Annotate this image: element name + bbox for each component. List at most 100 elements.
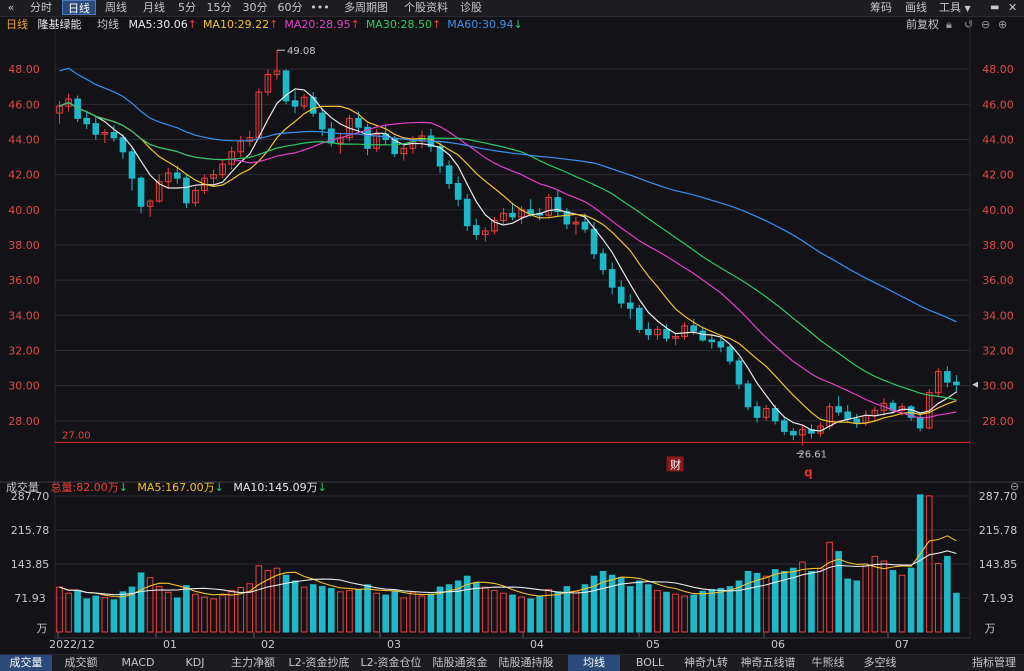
volume-bar: [482, 586, 489, 633]
overlay-tab[interactable]: 多空线: [855, 655, 905, 671]
current-price-arrow-icon: [972, 381, 978, 388]
volume-bar: [364, 584, 371, 633]
volume-bar: [355, 588, 362, 633]
arrow-down-icon: ↓: [317, 481, 327, 494]
period-tab[interactable]: 日线: [62, 0, 96, 15]
candle-body: [735, 360, 743, 385]
volume-bar: [672, 593, 679, 633]
volume-bar: [201, 596, 208, 633]
date-label: 01: [163, 638, 177, 651]
support-line: 27.00: [55, 430, 970, 443]
indicator-tab[interactable]: 陆股通资金: [428, 655, 492, 671]
volume-bar: [491, 589, 498, 633]
volume-bar: [771, 569, 779, 633]
draw-line-button[interactable]: 画线: [905, 0, 927, 15]
volume-bar: [391, 590, 399, 633]
volume-bar: [65, 592, 72, 633]
min-price-label: 26.61: [798, 449, 827, 460]
period-tab[interactable]: 个股资料: [400, 0, 452, 15]
chevron-right-icon[interactable]: ›: [545, 655, 557, 671]
indicator-tabbar: 成交量 成交额 MACD KDJ 主力净额 L2-资金抄底 L2-资金仓位 陆股通资金 陆股通持…: [0, 654, 1024, 671]
collapse-panel-icon[interactable]: ⊖: [1010, 480, 1019, 493]
volume-bar: [183, 585, 190, 633]
period-tab[interactable]: 分时: [22, 0, 60, 15]
volume-bar: [735, 580, 743, 633]
volume-bar: [699, 590, 707, 633]
volume-bar: [916, 494, 924, 633]
date-label: 06: [771, 638, 785, 651]
price-tick-left: 28.00: [8, 415, 40, 428]
period-tab[interactable]: 60分: [274, 0, 306, 15]
candle-body: [944, 371, 951, 383]
volume-title: 成交量: [6, 481, 39, 494]
candle-body: [853, 418, 861, 424]
volume-bar: [953, 592, 960, 633]
volume-bar: [536, 595, 543, 633]
period-toolbar: « 分时 日线 周线 月线 5分 15分 30分 60分 ••• 多周期图 个股资料 诊股 筹码 画线…: [0, 0, 1024, 17]
chips-button[interactable]: 筹码: [870, 0, 892, 15]
ma-line: [59, 67, 957, 323]
volume-bar: [472, 581, 480, 633]
volume-bar: [210, 598, 217, 633]
period-tab[interactable]: •••: [308, 0, 332, 15]
volume-bar: [681, 595, 688, 633]
candle-body: [617, 286, 625, 304]
overlay-tab[interactable]: BOLL: [623, 655, 677, 671]
candle-body: [92, 123, 100, 135]
indicator-manage-button[interactable]: 指标管理: [964, 655, 1024, 671]
volume-bar: [835, 551, 842, 633]
price-tick-left: 40.00: [8, 204, 40, 217]
volume-bar: [853, 580, 861, 633]
overlay-tab[interactable]: 均线: [568, 655, 620, 671]
indicator-tab[interactable]: 成交量: [0, 655, 52, 671]
candle-body: [128, 151, 136, 179]
candle-body: [509, 212, 516, 218]
indicator-tab[interactable]: 主力净额: [224, 655, 282, 671]
period-tab[interactable]: 5分: [174, 0, 200, 15]
tools-button[interactable]: 工具 ▼: [939, 0, 971, 15]
volume-bar: [862, 565, 870, 633]
period-tab[interactable]: 15分: [202, 0, 236, 15]
volume-bar: [690, 594, 697, 633]
overlay-tab[interactable]: 神奇九转: [680, 655, 732, 671]
price-tick-left: 36.00: [8, 274, 40, 287]
volume-bar: [645, 584, 652, 633]
volume-bar: [518, 596, 525, 633]
volume-bar: [137, 572, 145, 633]
volume-bar: [309, 584, 317, 633]
volume-bar: [418, 595, 426, 633]
indicator-tab[interactable]: MACD: [110, 655, 166, 671]
period-tab[interactable]: 周线: [98, 0, 134, 15]
volume-bar: [880, 560, 888, 633]
period-tab[interactable]: 月线: [136, 0, 172, 15]
volume-bar: [427, 593, 435, 633]
price-tick-left: 48.00: [8, 63, 40, 76]
indicator-tab[interactable]: L2-资金抄底: [284, 655, 354, 671]
collapse-toolbar-icon[interactable]: «: [0, 0, 22, 15]
candle-body: [445, 165, 453, 184]
volume-bar: [554, 591, 562, 633]
candle-body: [563, 211, 571, 225]
volume-bar: [228, 589, 235, 633]
close-icon[interactable]: ✕: [1008, 0, 1017, 15]
date-axis: 2022/12 01 02 03 04 05 06 07: [49, 632, 970, 651]
indicator-tab[interactable]: L2-资金仓位: [356, 655, 426, 671]
price-tick-left: 32.00: [8, 345, 40, 358]
indicator-tab[interactable]: 成交额: [54, 655, 108, 671]
minimize-icon[interactable]: ▬: [990, 0, 999, 15]
volume-bar: [382, 594, 389, 633]
volume-tick-left: 215.78: [11, 524, 50, 537]
candle-body: [717, 341, 725, 348]
volume-bar: [92, 595, 100, 633]
volume-bar: [328, 588, 335, 633]
period-tab[interactable]: 多周期图: [334, 0, 398, 15]
indicator-tab[interactable]: KDJ: [168, 655, 222, 671]
volume-bars: [56, 494, 960, 633]
overlay-tab[interactable]: 神奇五线谱: [735, 655, 801, 671]
period-tab[interactable]: 诊股: [454, 0, 488, 15]
volume-tick-right: 215.78: [979, 524, 1018, 537]
period-tab[interactable]: 30分: [238, 0, 272, 15]
overlay-tab[interactable]: 牛熊线: [804, 655, 852, 671]
ma-line: [59, 101, 957, 419]
kline-chart[interactable]: 48.00 48.00 46.00 46.00 44.00 44.00 42.00 42.00…: [0, 16, 1024, 654]
